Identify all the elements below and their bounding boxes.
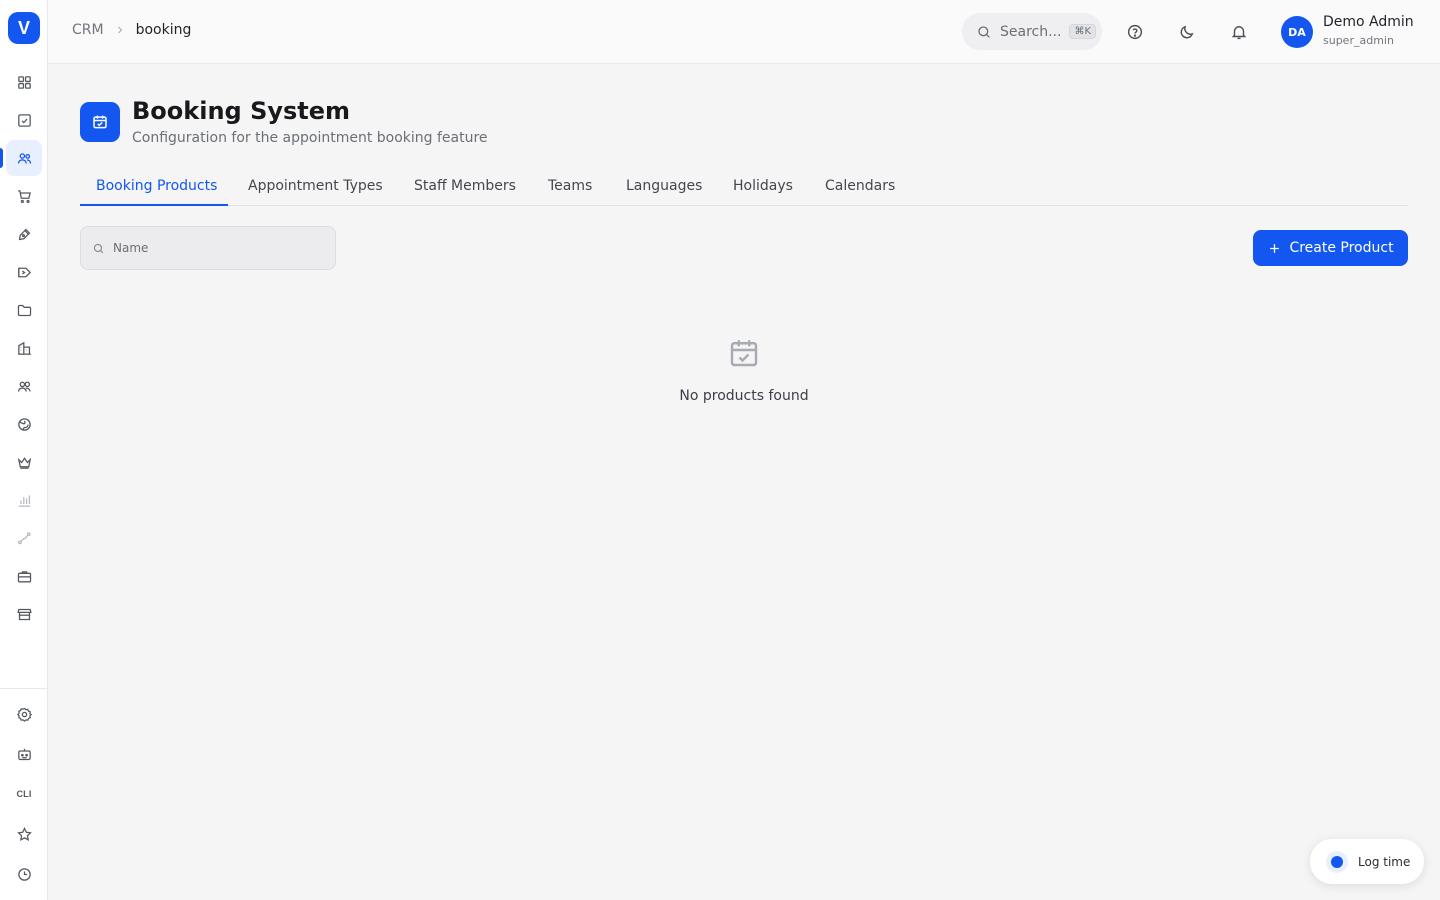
route-icon[interactable] bbox=[6, 520, 42, 556]
tab-holidays[interactable]: Holidays bbox=[733, 170, 793, 206]
star-icon[interactable] bbox=[6, 816, 42, 852]
avatar-initials: DA bbox=[1288, 25, 1306, 39]
pen-icon[interactable] bbox=[6, 216, 42, 252]
tab-languages[interactable]: Languages bbox=[626, 170, 702, 206]
sidebar-divider bbox=[0, 688, 47, 689]
plus-icon bbox=[1270, 243, 1280, 253]
log-time-label: Log time bbox=[1358, 854, 1411, 869]
user-role: super_admin bbox=[1323, 34, 1394, 47]
chevron-right-icon bbox=[114, 24, 126, 36]
users-icon[interactable] bbox=[6, 140, 42, 176]
tab-appointment-types[interactable]: Appointment Types bbox=[248, 170, 383, 206]
help-icon[interactable] bbox=[1123, 20, 1147, 44]
tab-staff-members[interactable]: Staff Members bbox=[414, 170, 516, 206]
search-shortcut: ⌘K bbox=[1069, 24, 1097, 39]
tasks-icon[interactable] bbox=[6, 102, 42, 138]
building-icon[interactable] bbox=[6, 330, 42, 366]
timer-icon bbox=[1326, 850, 1348, 873]
briefcase-icon[interactable] bbox=[6, 558, 42, 594]
breadcrumb-current: booking bbox=[135, 22, 192, 38]
breadcrumb-root[interactable]: CRM bbox=[72, 22, 104, 38]
global-search[interactable]: Search... ⌘K bbox=[962, 13, 1102, 50]
tab-booking-products[interactable]: Booking Products bbox=[80, 170, 228, 206]
globe-icon[interactable] bbox=[6, 406, 42, 442]
name-filter-input[interactable] bbox=[113, 241, 313, 255]
campaign-icon[interactable] bbox=[6, 254, 42, 290]
log-time-button[interactable]: Log time bbox=[1310, 839, 1424, 884]
bar-chart-icon[interactable] bbox=[6, 482, 42, 518]
cart-icon[interactable] bbox=[6, 178, 42, 214]
sidebar-active-marker bbox=[0, 148, 3, 168]
cli-icon[interactable]: CLI bbox=[6, 776, 42, 812]
app-logo[interactable]: V bbox=[8, 12, 40, 44]
user-name[interactable]: Demo Admin bbox=[1323, 14, 1414, 30]
clock-icon[interactable] bbox=[6, 856, 42, 892]
page-subtitle: Configuration for the appointment bookin… bbox=[132, 130, 488, 146]
calendar-check-icon bbox=[80, 102, 120, 142]
sidebar: V CLI bbox=[0, 0, 48, 900]
crown-icon[interactable] bbox=[6, 444, 42, 480]
calendar-check-icon bbox=[726, 335, 762, 371]
tab-teams[interactable]: Teams bbox=[548, 170, 592, 206]
page-title: Booking System bbox=[132, 97, 351, 125]
folder-icon[interactable] bbox=[6, 292, 42, 328]
tab-calendars[interactable]: Calendars bbox=[825, 170, 895, 206]
app-logo-letter: V bbox=[17, 17, 30, 38]
dark-mode-icon[interactable] bbox=[1175, 20, 1199, 44]
tab-bar: Booking Products Appointment Types Staff… bbox=[80, 170, 1408, 206]
create-product-label: Create Product bbox=[1289, 240, 1394, 256]
name-filter bbox=[80, 226, 336, 270]
search-label: Search... bbox=[1000, 23, 1062, 40]
settings-icon[interactable] bbox=[6, 696, 42, 732]
empty-state-message: No products found bbox=[679, 388, 809, 404]
dashboard-icon[interactable] bbox=[6, 64, 42, 100]
store-icon[interactable] bbox=[6, 596, 42, 632]
create-product-button[interactable]: Create Product bbox=[1253, 230, 1408, 266]
top-bar: CRM booking Search... ⌘K DA Demo Admin s… bbox=[48, 0, 1440, 64]
avatar[interactable]: DA bbox=[1281, 16, 1313, 48]
bell-icon[interactable] bbox=[1227, 20, 1251, 44]
cli-label: CLI bbox=[16, 789, 32, 799]
search-icon bbox=[976, 24, 992, 40]
breadcrumb: CRM booking bbox=[72, 22, 191, 38]
robot-icon[interactable] bbox=[6, 736, 42, 772]
search-icon bbox=[92, 242, 105, 255]
